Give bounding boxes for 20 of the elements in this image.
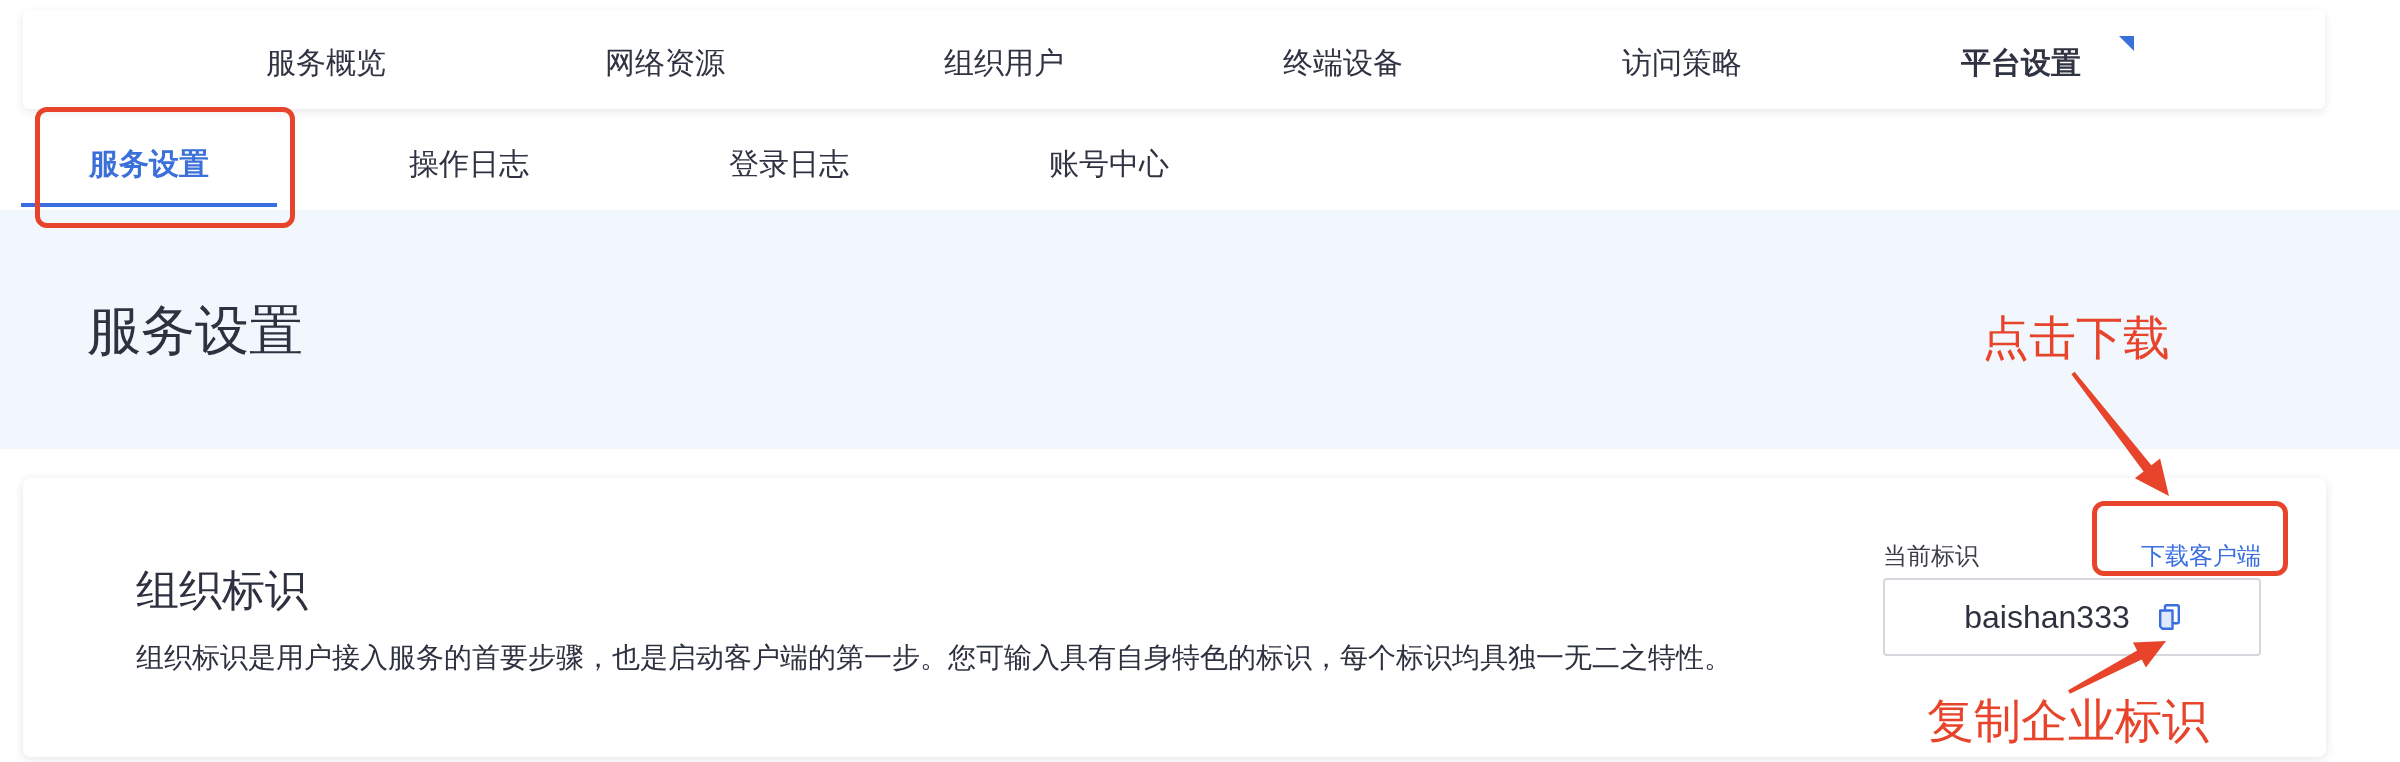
section-description: 组织标识是用户接入服务的首要步骤，也是启动客户端的第一步。您可输入具有自身特色的标识，每个标识均具独一无二之特性。 (136, 641, 1732, 675)
section-title: 组织标识 (136, 565, 308, 616)
nav-tab[interactable]: 组织用户 (943, 43, 1064, 83)
corner-triangle-icon (2118, 36, 2134, 51)
subtab[interactable]: 账号中心 (981, 109, 1237, 207)
nav-tab[interactable]: 终端设备 (1282, 43, 1403, 83)
nav-tab[interactable]: 访问策略 (1621, 43, 1742, 83)
subtab[interactable]: 登录日志 (661, 109, 917, 207)
annotation-label: 点击下载 (1982, 313, 2170, 363)
identifier-value: baishan333 (1964, 598, 2130, 637)
nav-tab[interactable]: 服务概览 (265, 43, 386, 83)
page-title: 服务设置 (87, 299, 303, 362)
download-link[interactable]: 下载客户端 (2141, 540, 2261, 572)
subtab[interactable]: 操作日志 (341, 109, 597, 207)
copy-icon[interactable] (2158, 604, 2180, 630)
nav-tab[interactable]: 平台设置 (1960, 43, 2081, 83)
annotation-label: 复制企业标识 (1927, 696, 2209, 746)
identifier-field[interactable]: baishan333 (1883, 578, 2261, 656)
current-identifier-label: 当前标识 (1883, 541, 1979, 571)
nav-tab[interactable]: 网络资源 (604, 43, 725, 83)
